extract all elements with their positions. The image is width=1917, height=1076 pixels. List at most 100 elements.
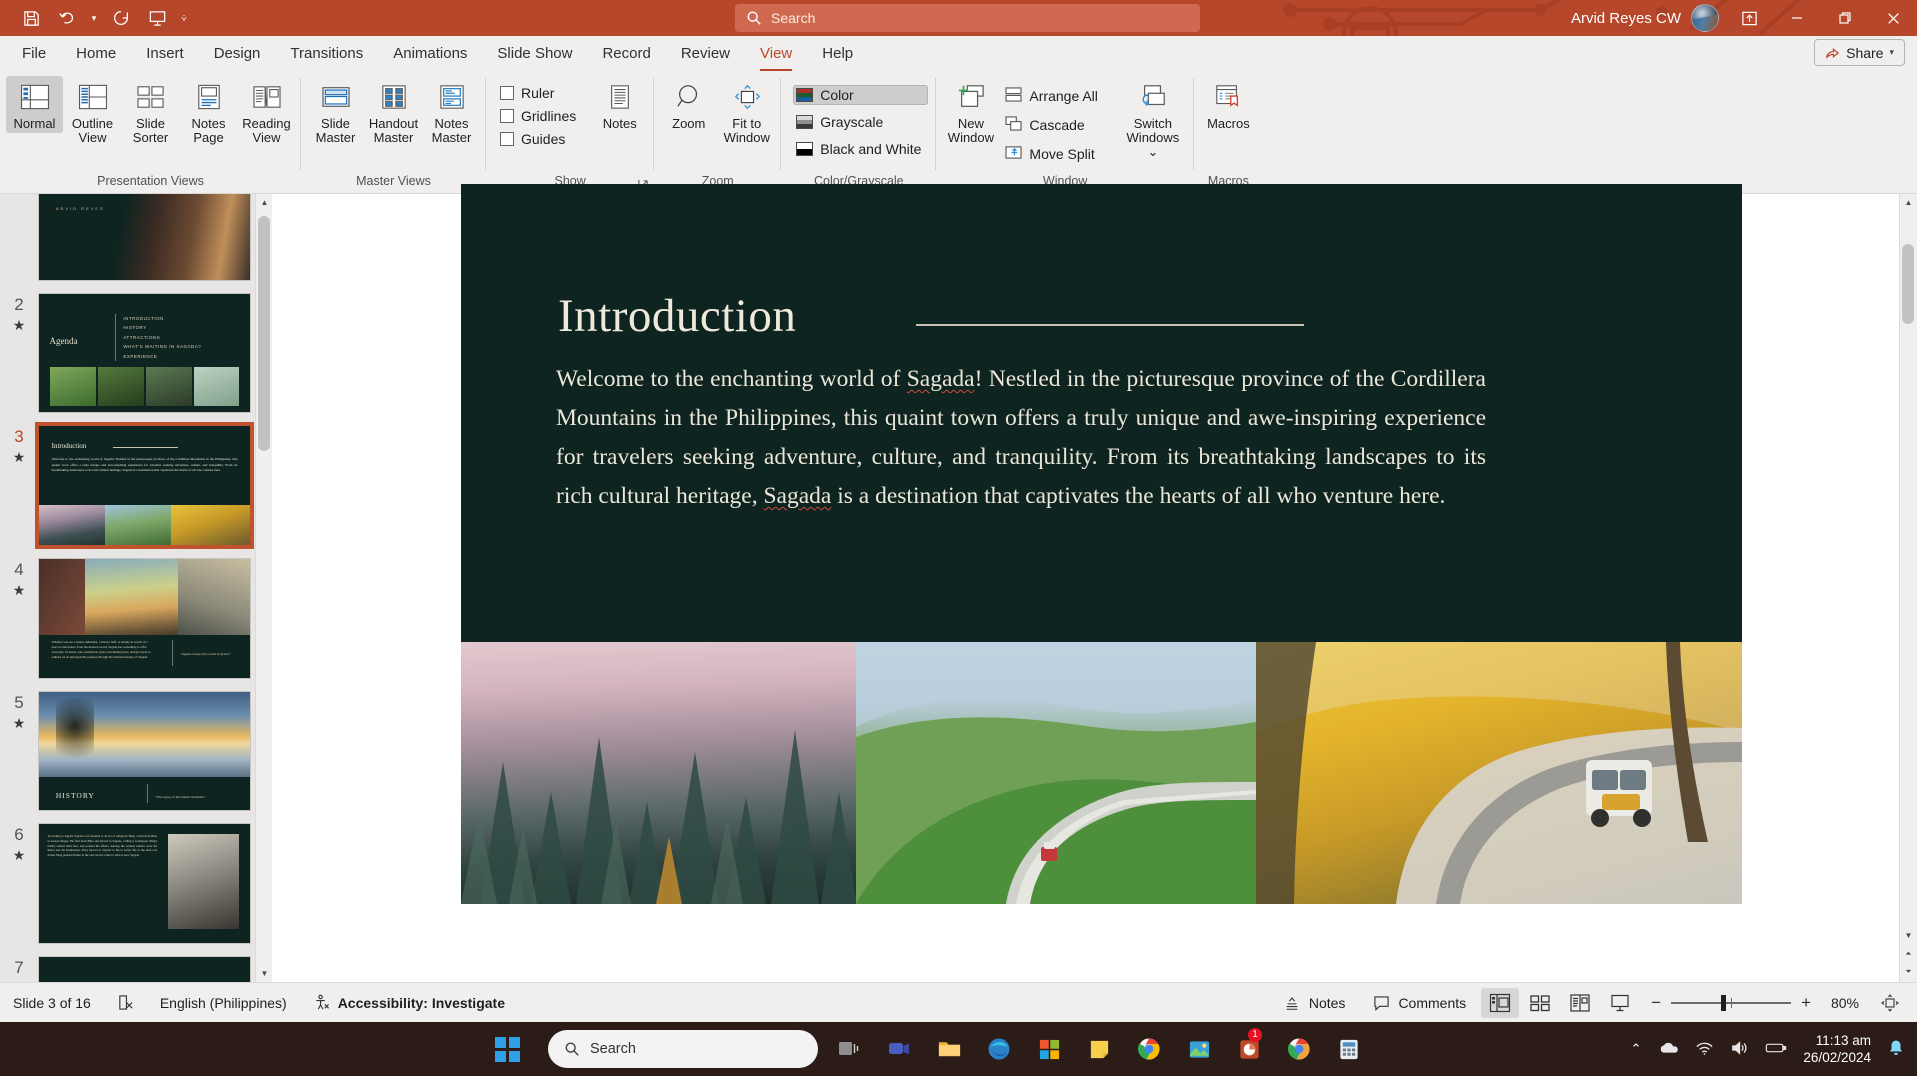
button-zoom[interactable]: Zoom — [660, 76, 717, 133]
thumbnail-frame[interactable]: ARVID REYES — [38, 194, 251, 281]
thumbnail-item-5[interactable]: 5 ★ HISTORY "The Legacy of the Sakdaw Mo… — [0, 685, 272, 818]
sticky-notes-icon[interactable] — [1080, 1030, 1118, 1068]
accessibility-status[interactable]: Accessibility: Investigate — [300, 988, 518, 1018]
view-button-reading[interactable] — [1561, 988, 1599, 1018]
slide-editing-area[interactable]: Introduction Welcome to the enchanting w… — [272, 184, 1899, 982]
zoom-knob[interactable] — [1721, 994, 1727, 1011]
view-button-slide-sorter[interactable] — [1521, 988, 1559, 1018]
customize-qat-icon[interactable]: ⩒ — [176, 4, 192, 32]
slide-area-scrollbar[interactable]: ▲ ▼ ⏶ ⏷ — [1899, 194, 1917, 982]
zoom-out-icon[interactable]: − — [1651, 993, 1661, 1013]
volume-icon[interactable] — [1730, 1040, 1749, 1059]
scroll-up-icon[interactable]: ▲ — [256, 194, 272, 211]
button-handout-master[interactable]: Handout Master — [365, 76, 422, 147]
zoom-slider[interactable]: − + 80% — [1641, 993, 1869, 1013]
search-box[interactable]: Search — [735, 4, 1200, 32]
comments-toggle[interactable]: Comments — [1360, 988, 1479, 1018]
photo-green-hills-road[interactable] — [856, 642, 1256, 904]
checkbox-guides[interactable]: Guides — [500, 131, 576, 147]
button-fit-to-window[interactable]: Fit to Window — [718, 76, 775, 147]
photo-yellow-autumn-road[interactable] — [1256, 642, 1742, 904]
notes-toggle[interactable]: Notes — [1270, 988, 1359, 1018]
slide-title[interactable]: Introduction — [558, 289, 796, 343]
teams-icon[interactable] — [880, 1030, 918, 1068]
restore-icon[interactable] — [1821, 0, 1869, 36]
item-arrange-all[interactable]: Arrange All — [1002, 85, 1104, 107]
undo-dropdown-icon[interactable]: ▾ — [86, 4, 102, 32]
thumbnail-item-4[interactable]: 4 ★ Whether you are a nature enthusiast,… — [0, 552, 272, 685]
slide-counter[interactable]: Slide 3 of 16 — [0, 988, 104, 1018]
button-new-window[interactable]: New Window — [942, 76, 999, 147]
save-icon[interactable] — [14, 4, 48, 32]
undo-icon[interactable] — [50, 4, 84, 32]
item-color[interactable]: Color — [793, 85, 929, 105]
view-button-normal[interactable] — [1481, 987, 1520, 1018]
scroll-up-icon[interactable]: ▲ — [1900, 194, 1917, 211]
current-slide[interactable]: Introduction Welcome to the enchanting w… — [461, 184, 1742, 904]
tab-help[interactable]: Help — [808, 39, 867, 69]
tab-file[interactable]: File — [8, 39, 60, 69]
view-button-slide-show[interactable] — [1601, 988, 1639, 1018]
onedrive-icon[interactable] — [1657, 1040, 1679, 1059]
checkbox-box[interactable] — [500, 132, 514, 146]
tab-record[interactable]: Record — [588, 39, 664, 69]
edge-icon[interactable] — [980, 1030, 1018, 1068]
ribbon-display-options-icon[interactable] — [1725, 0, 1773, 36]
avatar[interactable] — [1691, 4, 1719, 32]
scroll-down-icon[interactable]: ▼ — [256, 965, 272, 982]
redo-icon[interactable] — [104, 4, 138, 32]
scroll-down-icon[interactable]: ▼ — [1900, 927, 1917, 944]
button-slide-sorter[interactable]: Slide Sorter — [122, 76, 179, 147]
chrome-beta-icon[interactable] — [1280, 1030, 1318, 1068]
taskbar-search[interactable]: Search — [548, 1030, 818, 1068]
tab-slide-show[interactable]: Slide Show — [483, 39, 586, 69]
thumbnail-frame[interactable]: Agenda INTRODUCTION HISTORY ATTRACTIONS … — [38, 292, 251, 414]
thumbnail-item-1[interactable]: 1 ARVID REYES — [0, 194, 272, 287]
slide-body-text[interactable]: Welcome to the enchanting world of Sagad… — [556, 360, 1486, 516]
tab-design[interactable]: Design — [200, 39, 275, 69]
thumbnail-scrollbar[interactable]: ▲ ▼ — [255, 194, 272, 982]
item-cascade[interactable]: Cascade — [1002, 114, 1104, 136]
button-normal-view[interactable]: Normal — [6, 76, 63, 133]
file-explorer-icon[interactable] — [930, 1030, 968, 1068]
start-presentation-icon[interactable] — [140, 4, 174, 32]
close-icon[interactable] — [1869, 0, 1917, 36]
chevron-down-icon[interactable]: ⌄ — [1147, 144, 1158, 159]
photo-misty-forest[interactable] — [461, 642, 856, 904]
wifi-icon[interactable] — [1695, 1040, 1714, 1059]
scrollbar-thumb[interactable] — [258, 216, 270, 451]
tab-insert[interactable]: Insert — [132, 39, 198, 69]
notification-bell-icon[interactable] — [1887, 1039, 1905, 1060]
button-notes-master[interactable]: Notes Master — [423, 76, 480, 147]
next-slide-icon[interactable]: ⏷ — [1900, 963, 1917, 980]
zoom-level-label[interactable]: 80% — [1821, 995, 1859, 1011]
checkbox-box[interactable] — [500, 109, 514, 123]
thumbnail-item-2[interactable]: 2 ★ Agenda INTRODUCTION HISTORY ATTRACTI… — [0, 287, 272, 420]
photos-icon[interactable] — [1180, 1030, 1218, 1068]
button-slide-master[interactable]: Slide Master — [307, 76, 364, 147]
scrollbar-thumb[interactable] — [1902, 244, 1914, 324]
account-info[interactable]: Arvid Reyes CW — [1571, 4, 1725, 32]
zoom-in-icon[interactable]: + — [1801, 993, 1811, 1013]
calculator-icon[interactable] — [1330, 1030, 1368, 1068]
minimize-icon[interactable] — [1773, 0, 1821, 36]
item-move-split[interactable]: Move Split — [1002, 143, 1104, 165]
item-grayscale[interactable]: Grayscale — [793, 112, 928, 132]
microsoft-store-icon[interactable] — [1030, 1030, 1068, 1068]
previous-slide-icon[interactable]: ⏶ — [1900, 945, 1917, 962]
share-button[interactable]: Share ▾ — [1814, 39, 1905, 66]
share-chevron-down-icon[interactable]: ▾ — [1889, 47, 1894, 58]
tab-home[interactable]: Home — [62, 39, 130, 69]
tab-view[interactable]: View — [746, 39, 806, 71]
thumbnail-frame[interactable]: HISTORY "The Legacy of the Sakdaw Mounta… — [38, 690, 251, 812]
spellcheck-status[interactable] — [104, 988, 147, 1018]
start-button[interactable] — [495, 1036, 520, 1062]
language-status[interactable]: English (Philippines) — [147, 988, 300, 1018]
task-view-icon[interactable] — [830, 1030, 868, 1068]
button-notes-page[interactable]: Notes Page — [180, 76, 237, 147]
button-reading-view[interactable]: Reading View — [238, 76, 295, 147]
button-switch-windows[interactable]: Switch Windows ⌄ — [1118, 76, 1188, 161]
checkbox-gridlines[interactable]: Gridlines — [500, 108, 576, 124]
thumbnail-item-3[interactable]: 3 ★ Introduction Welcome to the enchanti… — [0, 419, 272, 552]
tab-animations[interactable]: Animations — [379, 39, 481, 69]
